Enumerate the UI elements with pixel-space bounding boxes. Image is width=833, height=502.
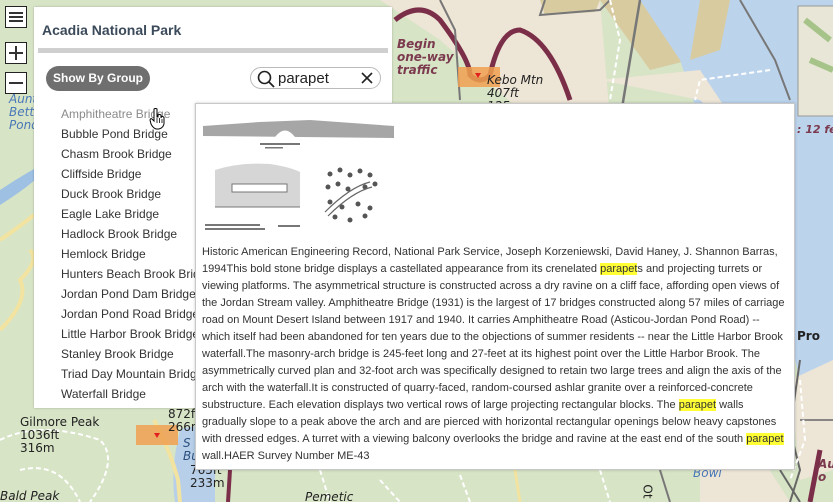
map-label-begin-one-way: Begin one-way traffic [397, 37, 454, 77]
hamburger-menu-icon [9, 12, 23, 22]
map-label-pemetic: Pemetic [305, 490, 354, 502]
bridge-detail-popup: Historic American Engineering Record, Na… [195, 103, 795, 470]
map-label-bald-peak: Bald Peak [0, 489, 60, 502]
map-label-pro: Pro [797, 329, 820, 343]
popup-description: Historic American Engineering Record, Na… [202, 246, 785, 462]
plus-icon [9, 46, 23, 60]
bridge-drawing-image [200, 112, 394, 237]
panel-title: Acadia National Park [42, 22, 182, 38]
show-by-group-button[interactable]: Show By Group [46, 66, 150, 91]
search-icon [257, 70, 275, 88]
panel-divider [38, 48, 388, 53]
search-box[interactable] [250, 67, 381, 89]
minus-icon [9, 82, 23, 84]
search-highlight: parapet [600, 263, 638, 275]
map-label-ot: Ot [640, 484, 655, 499]
zoom-out-button[interactable] [5, 72, 27, 94]
menu-button[interactable] [5, 6, 27, 28]
map-label-gilmore-peak: Gilmore Peak 1036ft 316m [20, 415, 100, 455]
search-input[interactable] [278, 69, 358, 88]
zoom-in-button[interactable] [5, 42, 27, 64]
map-label-au: Au o [818, 457, 833, 484]
search-highlight: parapet [678, 399, 717, 411]
close-icon[interactable] [360, 71, 374, 85]
map-label-scale-note: : 12 feet [797, 123, 833, 136]
search-highlight: parapet [746, 433, 784, 445]
